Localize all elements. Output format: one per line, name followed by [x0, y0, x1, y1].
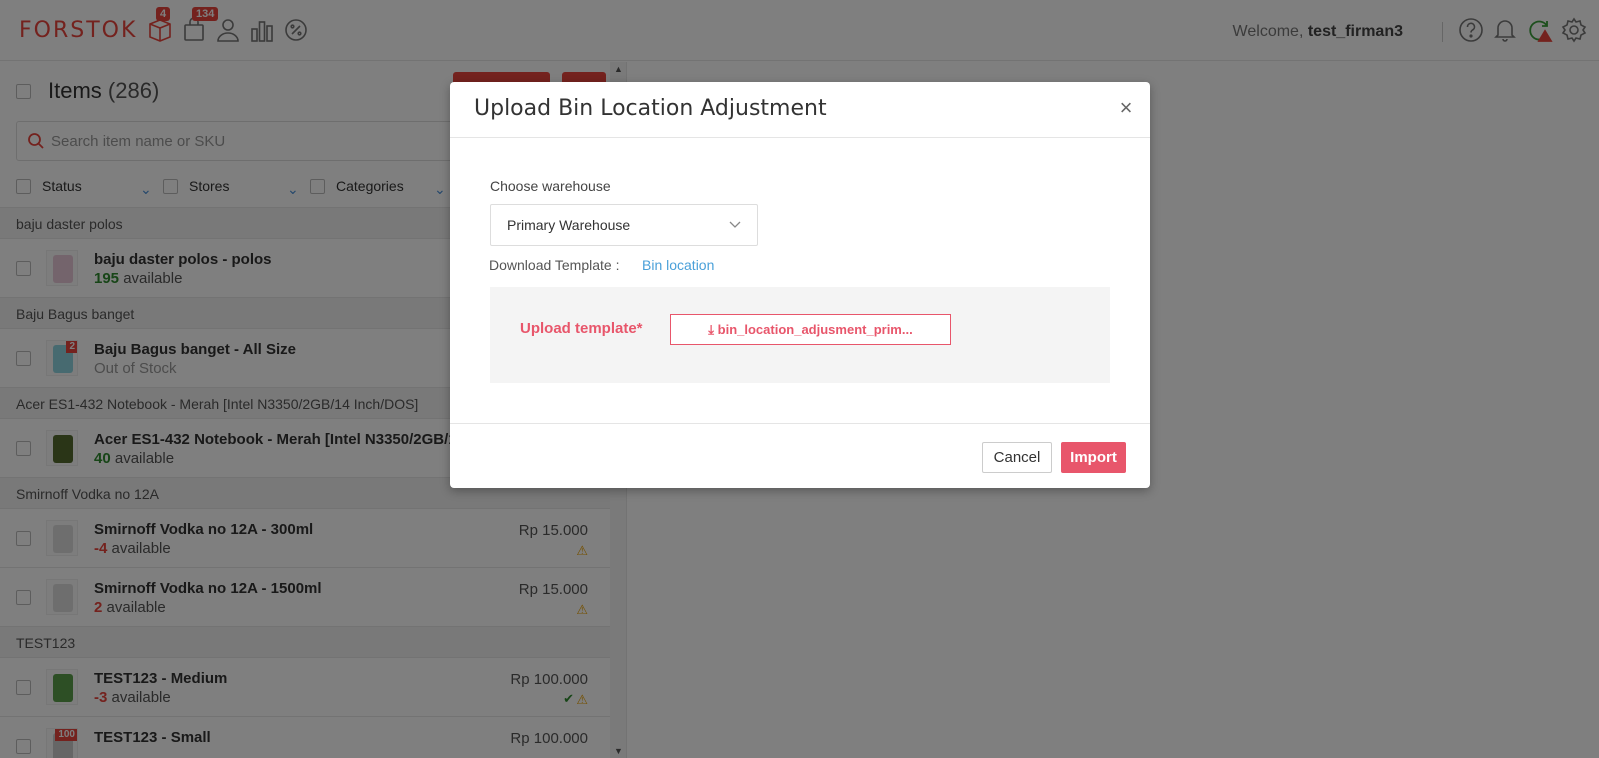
warehouse-select[interactable]: Primary Warehouse [490, 204, 758, 246]
bin-location-template-link[interactable]: Bin location [642, 257, 714, 273]
upload-file-name: bin_location_adjusment_prim... [717, 322, 913, 337]
warehouse-select-value: Primary Warehouse [507, 217, 631, 233]
modal-header: Upload Bin Location Adjustment × [450, 82, 1150, 138]
upload-icon: ⤓ [708, 322, 715, 337]
chevron-down-icon [729, 221, 741, 228]
download-template-label: Download Template : [489, 257, 620, 273]
upload-file-button[interactable]: ⤓ bin_location_adjusment_prim... [670, 314, 951, 345]
modal-title: Upload Bin Location Adjustment [474, 96, 827, 121]
cancel-button[interactable]: Cancel [982, 442, 1052, 473]
import-button[interactable]: Import [1061, 442, 1126, 473]
upload-area: Upload template* ⤓ bin_location_adjusmen… [490, 287, 1110, 383]
upload-bin-location-modal: Upload Bin Location Adjustment × Choose … [450, 82, 1150, 488]
close-icon[interactable]: × [1114, 96, 1138, 120]
modal-footer: Cancel Import [450, 423, 1150, 488]
warehouse-label: Choose warehouse [490, 178, 611, 194]
upload-template-label: Upload template* [520, 320, 643, 337]
